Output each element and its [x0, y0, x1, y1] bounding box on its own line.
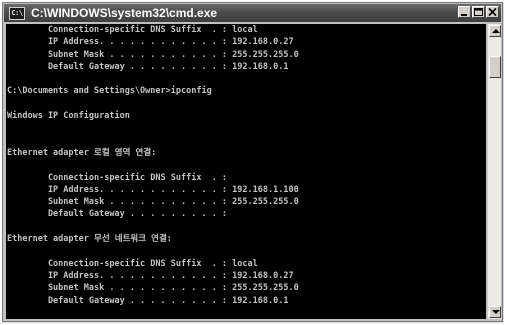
console-line: Default Gateway . . . . . . . . . : 192.…	[7, 61, 289, 72]
cmd-app-icon[interactable]: C:\	[9, 6, 25, 20]
console-line: Default Gateway . . . . . . . . . : 192.…	[7, 295, 289, 306]
console-line: Connection-specific DNS Suffix . :	[7, 172, 228, 183]
console-output[interactable]: Connection-specific DNS Suffix . : local…	[6, 24, 486, 319]
window-controls	[457, 6, 499, 18]
scroll-thumb[interactable]	[489, 56, 501, 78]
console-line: Subnet Mask . . . . . . . . . . . : 255.…	[7, 283, 299, 294]
vertical-scrollbar[interactable]	[487, 24, 501, 319]
console-line: Ethernet adapter 무선 네트워크 연결:	[7, 234, 172, 245]
console-line: Connection-specific DNS Suffix . : local	[7, 258, 258, 269]
title-bar[interactable]: C:\ C:\WINDOWS\system32\cmd.exe	[4, 4, 501, 22]
minimize-icon	[461, 14, 467, 16]
window-title: C:\WINDOWS\system32\cmd.exe	[31, 6, 218, 20]
console-line: Connection-specific DNS Suffix . : local	[7, 25, 258, 35]
arrow-up-icon	[492, 29, 500, 33]
console-line: Ethernet adapter 로컬 영역 연결:	[7, 147, 157, 158]
console-line: Windows IP Configuration	[7, 111, 130, 122]
minimize-button[interactable]	[458, 6, 471, 18]
console-line: Subnet Mask . . . . . . . . . . . : 255.…	[7, 197, 299, 208]
close-button[interactable]	[486, 6, 499, 18]
console-line: Subnet Mask . . . . . . . . . . . : 255.…	[7, 49, 299, 60]
scroll-down-button[interactable]	[489, 306, 501, 318]
console-line: Default Gateway . . . . . . . . . :	[7, 209, 228, 220]
console-line: IP Address. . . . . . . . . . . . : 192.…	[7, 37, 294, 48]
close-icon	[488, 7, 497, 17]
console-line: C:\Documents and Settings\Owner>ipconfig	[7, 86, 212, 97]
console-line: IP Address. . . . . . . . . . . . : 192.…	[7, 184, 299, 195]
maximize-button[interactable]	[472, 6, 485, 18]
cmd-window: C:\ C:\WINDOWS\system32\cmd.exe Connecti…	[2, 2, 503, 322]
scroll-up-button[interactable]	[489, 25, 501, 37]
console-line: IP Address. . . . . . . . . . . . : 192.…	[7, 270, 294, 281]
arrow-down-icon	[492, 310, 500, 314]
maximize-icon	[474, 8, 483, 16]
